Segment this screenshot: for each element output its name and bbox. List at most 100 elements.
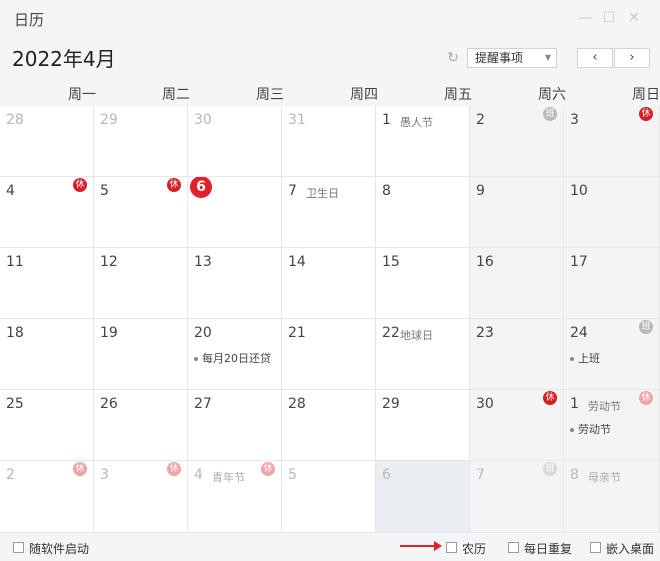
day-cell[interactable]: 15 <box>376 248 470 319</box>
day-cell[interactable]: 10 <box>564 177 660 248</box>
day-cell[interactable]: 3休 <box>94 461 188 533</box>
rest-badge: 休 <box>73 462 87 476</box>
close-icon[interactable]: ✕ <box>626 10 642 26</box>
weekday-label: 周一 <box>68 87 96 103</box>
day-cell[interactable]: 22 地球日 <box>376 319 470 390</box>
rest-badge: 休 <box>167 178 181 192</box>
day-cell[interactable]: 17 <box>564 248 660 319</box>
day-number: 28 <box>6 112 24 128</box>
calendar-window: 日历 — ☐ ✕ 2022年4月 ↻ 提醒事项 ▼ ‹ › 周一 周二 周三 周四 周五… <box>0 0 660 561</box>
day-cell[interactable]: 5休 <box>94 177 188 248</box>
day-cell[interactable]: 26 <box>94 390 188 461</box>
arrow-icon <box>400 545 436 547</box>
day-cell[interactable]: 6 <box>376 461 470 533</box>
day-cell[interactable]: 6 <box>188 177 282 248</box>
minimize-icon[interactable]: — <box>577 10 593 26</box>
day-number: 2 <box>6 467 15 483</box>
day-number: 20 <box>194 325 212 341</box>
event-text: 每月20日还贷 <box>202 352 271 365</box>
day-number: 4 <box>6 183 15 199</box>
chevron-right-icon: › <box>629 50 635 65</box>
day-cell[interactable]: 28 <box>0 106 94 177</box>
prev-month-button[interactable]: ‹ <box>577 48 613 68</box>
day-cell[interactable]: 1 愚人节 <box>376 106 470 177</box>
day-cell[interactable]: 16 <box>470 248 564 319</box>
refresh-icon[interactable]: ↻ <box>445 50 461 66</box>
day-cell[interactable]: 30 <box>188 106 282 177</box>
day-number: 29 <box>382 396 400 412</box>
day-number: 21 <box>288 325 306 341</box>
day-cell[interactable]: 20 每月20日还贷 <box>188 319 282 390</box>
rest-badge: 休 <box>261 462 275 476</box>
rest-badge: 休 <box>543 391 557 405</box>
day-cell[interactable]: 19 <box>94 319 188 390</box>
lunar-checkbox[interactable] <box>446 542 457 553</box>
event-dot-icon <box>570 357 574 361</box>
rest-badge: 休 <box>639 391 653 405</box>
event-dot-icon <box>194 357 198 361</box>
daily-repeat-checkbox[interactable] <box>508 542 519 553</box>
event-text: 劳动节 <box>578 423 611 436</box>
day-number: 30 <box>194 112 212 128</box>
day-number: 11 <box>6 254 24 270</box>
day-cell[interactable]: 21 <box>282 319 376 390</box>
day-number: 4 <box>194 467 203 483</box>
weekday-label: 周四 <box>350 87 378 103</box>
day-cell[interactable]: 8 <box>376 177 470 248</box>
day-cell[interactable]: 30 休 <box>470 390 564 461</box>
day-cell[interactable]: 23 <box>470 319 564 390</box>
day-number: 3 <box>100 467 109 483</box>
weekday-label: 周五 <box>444 87 472 103</box>
maximize-icon[interactable]: ☐ <box>601 10 617 26</box>
embed-desktop-label: 嵌入桌面 <box>606 542 655 556</box>
day-number: 10 <box>570 183 588 199</box>
day-cell[interactable]: 27 <box>188 390 282 461</box>
day-cell[interactable]: 18 <box>0 319 94 390</box>
workday-badge: 班 <box>543 462 557 476</box>
day-number: 1 <box>570 396 579 412</box>
day-cell[interactable]: 24 班上班 <box>564 319 660 390</box>
day-cell[interactable]: 7班 <box>470 461 564 533</box>
autostart-label: 随软件启动 <box>29 542 90 556</box>
day-cell[interactable]: 2休 <box>0 461 94 533</box>
day-cell[interactable]: 14 <box>282 248 376 319</box>
day-cell[interactable]: 25 <box>0 390 94 461</box>
day-number: 24 <box>570 325 588 341</box>
day-cell[interactable]: 2班 <box>470 106 564 177</box>
day-cell[interactable]: 8 母亲节 <box>564 461 660 533</box>
event-dot-icon <box>570 428 574 432</box>
day-cell[interactable]: 7 卫生日 <box>282 177 376 248</box>
day-cell[interactable]: 5 <box>282 461 376 533</box>
day-number: 13 <box>194 254 212 270</box>
day-cell[interactable]: 4 青年节 休 <box>188 461 282 533</box>
day-cell[interactable]: 12 <box>94 248 188 319</box>
holiday-label: 地球日 <box>400 329 433 342</box>
next-month-button[interactable]: › <box>614 48 650 68</box>
reminder-select-value: 提醒事项 <box>475 51 524 65</box>
day-cell[interactable]: 11 <box>0 248 94 319</box>
day-cell[interactable]: 1 劳动节 休劳动节 <box>564 390 660 461</box>
embed-desktop-checkbox[interactable] <box>590 542 601 553</box>
day-cell[interactable]: 29 <box>94 106 188 177</box>
event-text: 上班 <box>578 352 600 365</box>
day-cell[interactable]: 13 <box>188 248 282 319</box>
day-cell[interactable]: 31 <box>282 106 376 177</box>
day-number: 8 <box>570 467 579 483</box>
reminder-select[interactable]: 提醒事项 ▼ <box>467 48 557 68</box>
day-cell[interactable]: 4休 <box>0 177 94 248</box>
holiday-label: 愚人节 <box>400 116 433 129</box>
event-item[interactable]: 上班 <box>570 350 600 366</box>
rest-badge: 休 <box>167 462 181 476</box>
footer-bar: 随软件启动 农历 每日重复 嵌入桌面 <box>0 533 660 561</box>
day-number: 16 <box>476 254 494 270</box>
event-item[interactable]: 每月20日还贷 <box>194 350 271 366</box>
day-cell[interactable]: 29 <box>376 390 470 461</box>
holiday-label: 青年节 <box>212 471 245 484</box>
holiday-label: 母亲节 <box>588 471 621 484</box>
day-cell[interactable]: 3休 <box>564 106 660 177</box>
day-cell[interactable]: 9 <box>470 177 564 248</box>
autostart-checkbox[interactable] <box>13 542 24 553</box>
event-item[interactable]: 劳动节 <box>570 421 611 437</box>
day-cell[interactable]: 28 <box>282 390 376 461</box>
rest-badge: 休 <box>73 178 87 192</box>
